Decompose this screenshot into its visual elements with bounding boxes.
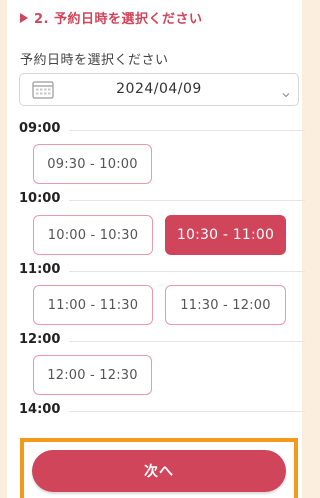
divider bbox=[69, 200, 305, 201]
triangle-right-icon bbox=[20, 12, 28, 23]
time-slot-1130-1200[interactable]: 11:30 - 12:00 bbox=[165, 285, 286, 325]
section-title: 2. 予約日時を選択ください bbox=[20, 8, 203, 27]
divider bbox=[69, 411, 305, 412]
section-title-text: 2. 予約日時を選択ください bbox=[34, 12, 203, 27]
hour-label: 11:00 bbox=[19, 262, 61, 277]
date-select[interactable]: 2024/04/09 bbox=[19, 73, 299, 106]
hour-label: 09:00 bbox=[19, 121, 61, 136]
hour-header-1100: 11:00 bbox=[19, 262, 305, 280]
date-value: 2024/04/09 bbox=[116, 81, 202, 97]
chevron-down-icon bbox=[282, 84, 290, 103]
hour-header-1200: 12:00 bbox=[19, 332, 305, 350]
divider bbox=[69, 271, 305, 272]
time-slot-1100-1130[interactable]: 11:00 - 11:30 bbox=[33, 285, 153, 325]
hour-label: 14:00 bbox=[19, 402, 61, 417]
reservation-panel: 2. 予約日時を選択ください 予約日時を選択ください 2024/04/09 09… bbox=[7, 0, 305, 498]
divider bbox=[69, 341, 305, 342]
time-slot-1000-1030[interactable]: 10:00 - 10:30 bbox=[33, 215, 153, 255]
hour-header-0900: 09:00 bbox=[19, 121, 305, 139]
next-button[interactable]: 次へ bbox=[32, 450, 286, 492]
hour-label: 10:00 bbox=[19, 191, 61, 206]
divider bbox=[69, 130, 305, 131]
time-slot-1030-1100[interactable]: 10:30 - 11:00 bbox=[165, 215, 286, 255]
date-field-label: 予約日時を選択ください bbox=[20, 53, 169, 68]
hour-header-1400: 14:00 bbox=[19, 402, 305, 420]
time-slot-1200-1230[interactable]: 12:00 - 12:30 bbox=[33, 355, 152, 395]
hour-header-1000: 10:00 bbox=[19, 191, 305, 209]
time-slot-0930-1000[interactable]: 09:30 - 10:00 bbox=[33, 144, 152, 184]
hour-label: 12:00 bbox=[19, 332, 61, 347]
